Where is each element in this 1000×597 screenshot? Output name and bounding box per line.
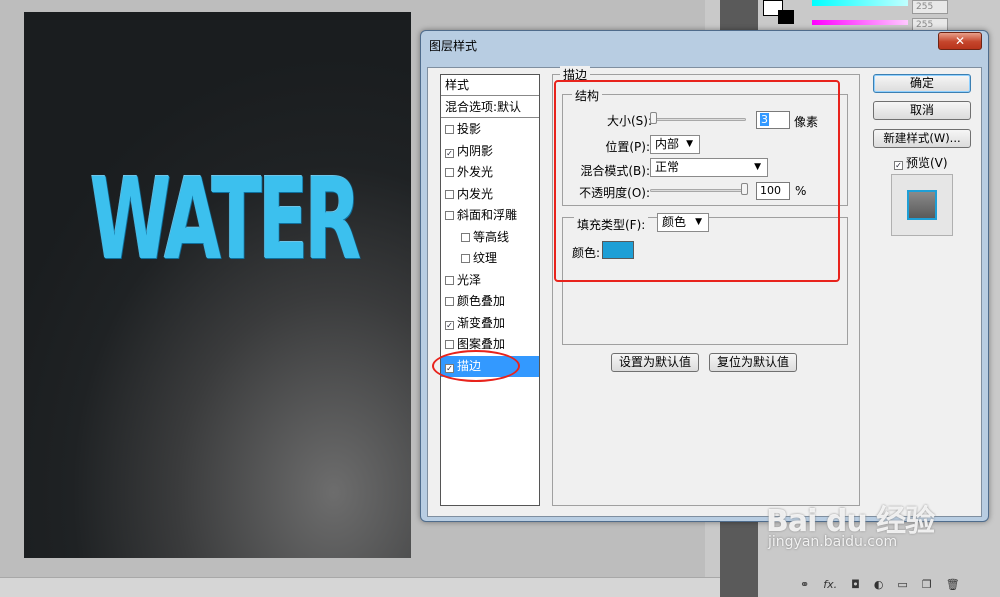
style-list-item-label: 斜面和浮雕 bbox=[457, 208, 518, 222]
color-slider-g[interactable] bbox=[812, 20, 908, 25]
style-list-item-label: 内阴影 bbox=[457, 143, 494, 158]
preview-swatch bbox=[907, 190, 937, 220]
style-list-item[interactable]: 等高线 bbox=[441, 227, 539, 248]
set-default-button[interactable]: 设置为默认值 bbox=[611, 353, 699, 372]
style-checkbox[interactable] bbox=[461, 232, 470, 242]
delete-icon[interactable]: 🗑 bbox=[946, 578, 960, 591]
style-list-item[interactable]: 投影 bbox=[441, 119, 539, 140]
style-checkbox[interactable] bbox=[445, 297, 454, 306]
watermark-url: jingyan.baidu.com bbox=[768, 534, 898, 550]
dialog-title: 图层样式 bbox=[429, 39, 478, 53]
ok-button[interactable]: 确定 bbox=[873, 74, 971, 93]
style-list-item[interactable]: 光泽 bbox=[441, 270, 539, 291]
layers-panel-footer: ⚭ fx. ◘ ◐ ▭ ❐ 🗑 bbox=[770, 575, 980, 593]
color-value-r[interactable]: 255 bbox=[912, 0, 948, 14]
adjustment-icon[interactable]: ◐ bbox=[874, 578, 884, 591]
style-list-item-label: 外发光 bbox=[457, 165, 494, 179]
cancel-button[interactable]: 取消 bbox=[873, 101, 971, 120]
style-list-item[interactable]: 纹理 bbox=[441, 248, 539, 269]
preview-label: 预览(V) bbox=[906, 156, 948, 170]
preview-thumbnail bbox=[891, 174, 953, 236]
blending-options-item[interactable]: 混合选项:默认 bbox=[441, 97, 539, 118]
style-checkbox[interactable] bbox=[445, 125, 454, 134]
new-style-button[interactable]: 新建样式(W)... bbox=[873, 129, 971, 148]
style-checkbox[interactable] bbox=[445, 275, 454, 285]
annotation-highlight-ellipse bbox=[432, 350, 520, 382]
style-list-item[interactable]: 外发光 bbox=[441, 162, 539, 183]
annotation-highlight-box bbox=[554, 80, 840, 282]
style-list-item-label: 等高线 bbox=[473, 229, 510, 244]
horizontal-scrollbar[interactable] bbox=[0, 577, 720, 597]
mask-icon[interactable]: ◘ bbox=[851, 578, 860, 591]
document-canvas[interactable]: WATER bbox=[24, 12, 411, 558]
reset-default-button[interactable]: 复位为默认值 bbox=[709, 353, 797, 372]
close-button[interactable]: ✕ bbox=[938, 32, 982, 50]
new-layer-icon[interactable]: ❐ bbox=[922, 578, 932, 591]
style-list-item-label: 光泽 bbox=[457, 272, 482, 287]
style-checkbox[interactable] bbox=[461, 254, 470, 263]
style-list-item[interactable]: 颜色叠加 bbox=[441, 291, 539, 312]
preview-checkbox[interactable]: ✓ 预览(V) bbox=[894, 154, 948, 171]
style-checkbox[interactable]: ✓ bbox=[445, 320, 454, 330]
styles-list-header[interactable]: 样式 bbox=[441, 75, 539, 96]
style-list-item-label: 投影 bbox=[457, 122, 482, 136]
background-color-swatch[interactable] bbox=[778, 10, 794, 24]
style-list-item-label: 内发光 bbox=[457, 186, 494, 201]
color-slider-r[interactable] bbox=[812, 0, 908, 6]
fx-icon[interactable]: fx. bbox=[823, 578, 837, 591]
style-checkbox[interactable]: ✓ bbox=[445, 148, 454, 158]
style-list-item-label: 渐变叠加 bbox=[457, 315, 506, 330]
style-list-item-label: 颜色叠加 bbox=[457, 294, 506, 308]
link-icon[interactable]: ⚭ bbox=[800, 578, 809, 591]
preview-checkbox-box[interactable]: ✓ bbox=[894, 161, 903, 170]
style-list-item[interactable]: 斜面和浮雕 bbox=[441, 205, 539, 226]
baidu-watermark: Bai du 经验 jingyan.baidu.com bbox=[758, 490, 958, 560]
style-list-item[interactable]: ✓ 内阴影 bbox=[441, 141, 539, 162]
group-icon[interactable]: ▭ bbox=[897, 578, 907, 591]
style-checkbox[interactable] bbox=[445, 168, 454, 177]
style-checkbox[interactable] bbox=[445, 340, 454, 349]
canvas-text-layer: WATER bbox=[89, 155, 362, 285]
style-list-item[interactable]: ✓ 渐变叠加 bbox=[441, 313, 539, 334]
style-list-item-label: 纹理 bbox=[473, 251, 498, 265]
styles-list: 样式 混合选项:默认 投影 ✓ 内阴影 外发光 内发光 斜面和浮雕 等高线 纹理 光泽 颜色叠加 ✓… bbox=[440, 74, 540, 506]
style-list-item[interactable]: 内发光 bbox=[441, 184, 539, 205]
style-checkbox[interactable] bbox=[445, 211, 454, 220]
style-list-item-label: 图案叠加 bbox=[457, 337, 506, 351]
style-checkbox[interactable] bbox=[445, 189, 454, 199]
